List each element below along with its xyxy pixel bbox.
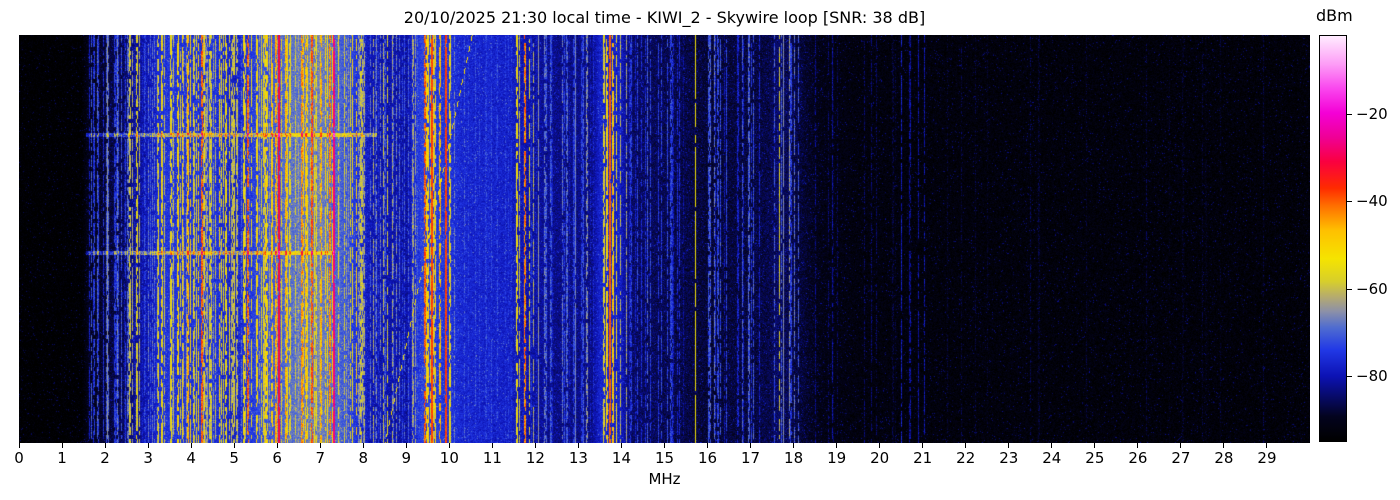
x-tick-mark bbox=[577, 443, 579, 448]
colorbar-tick-label: −20 bbox=[1356, 104, 1388, 123]
x-tick-label: 20 bbox=[870, 449, 890, 467]
x-tick-label: 12 bbox=[525, 449, 545, 467]
x-tick-mark bbox=[707, 443, 709, 448]
x-tick-label: 17 bbox=[741, 449, 761, 467]
x-tick-label: 13 bbox=[568, 449, 588, 467]
x-tick-mark bbox=[620, 443, 622, 448]
x-axis-label: MHz bbox=[648, 470, 681, 488]
colorbar-gradient bbox=[1319, 35, 1347, 442]
x-tick-label: 0 bbox=[14, 449, 24, 467]
x-tick-label: 23 bbox=[999, 449, 1019, 467]
x-tick-mark bbox=[190, 443, 192, 448]
colorbar-tick-label: −40 bbox=[1356, 192, 1388, 211]
x-tick-label: 10 bbox=[439, 449, 459, 467]
x-tick-mark bbox=[1008, 443, 1010, 448]
x-tick-mark bbox=[836, 443, 838, 448]
x-tick-mark bbox=[405, 443, 407, 448]
x-tick-label: 1 bbox=[57, 449, 67, 467]
x-tick-label: 19 bbox=[827, 449, 847, 467]
colorbar-tick-label: −80 bbox=[1356, 367, 1388, 386]
x-tick-mark bbox=[448, 443, 450, 448]
x-tick-mark bbox=[104, 443, 106, 448]
x-tick-label: 14 bbox=[611, 449, 631, 467]
x-tick-label: 18 bbox=[784, 449, 804, 467]
x-tick-mark bbox=[922, 443, 924, 448]
colorbar-unit-label: dBm bbox=[1316, 6, 1353, 25]
figure-title: 20/10/2025 21:30 local time - KIWI_2 - S… bbox=[403, 8, 926, 27]
x-tick-mark bbox=[147, 443, 149, 448]
x-tick-mark bbox=[1223, 443, 1225, 448]
x-tick-label: 11 bbox=[482, 449, 502, 467]
x-tick-mark bbox=[1266, 443, 1268, 448]
x-tick-label: 15 bbox=[654, 449, 675, 467]
x-tick-label: 26 bbox=[1128, 449, 1148, 467]
x-tick-mark bbox=[793, 443, 795, 448]
x-tick-mark bbox=[1094, 443, 1096, 448]
x-tick-mark bbox=[879, 443, 881, 448]
colorbar-tick-mark bbox=[1347, 201, 1352, 203]
x-tick-mark bbox=[1180, 443, 1182, 448]
x-tick-label: 5 bbox=[229, 449, 239, 467]
x-tick-mark bbox=[233, 443, 235, 448]
x-tick-label: 3 bbox=[143, 449, 153, 467]
x-tick-label: 4 bbox=[186, 449, 196, 467]
colorbar-tick-mark bbox=[1347, 113, 1352, 115]
waterfall-heatmap bbox=[19, 35, 1310, 443]
x-tick-label: 8 bbox=[358, 449, 369, 467]
x-tick-mark bbox=[534, 443, 536, 448]
x-tick-label: 24 bbox=[1042, 449, 1062, 467]
x-tick-label: 22 bbox=[956, 449, 976, 467]
x-tick-mark bbox=[319, 443, 321, 448]
x-tick-label: 21 bbox=[913, 449, 933, 467]
x-tick-mark bbox=[664, 443, 665, 448]
x-tick-label: 7 bbox=[315, 449, 325, 467]
x-tick-label: 6 bbox=[272, 449, 282, 467]
x-tick-mark bbox=[362, 443, 364, 448]
x-tick-label: 28 bbox=[1214, 449, 1234, 467]
x-tick-label: 16 bbox=[697, 449, 718, 467]
x-tick-label: 29 bbox=[1257, 449, 1277, 467]
x-tick-label: 27 bbox=[1171, 449, 1191, 467]
x-tick-label: 25 bbox=[1085, 449, 1105, 467]
x-tick-mark bbox=[61, 443, 63, 448]
spectrogram-figure: 20/10/2025 21:30 local time - KIWI_2 - S… bbox=[0, 0, 1400, 500]
colorbar-tick-mark bbox=[1347, 288, 1352, 290]
x-tick-mark bbox=[491, 443, 493, 448]
x-tick-mark bbox=[18, 443, 20, 448]
x-tick-mark bbox=[1051, 443, 1053, 448]
x-tick-mark bbox=[965, 443, 967, 448]
x-tick-label: 9 bbox=[401, 449, 412, 467]
colorbar-tick-mark bbox=[1347, 376, 1352, 378]
x-tick-mark bbox=[276, 443, 278, 448]
x-tick-mark bbox=[1137, 443, 1139, 448]
colorbar-tick-label: −60 bbox=[1356, 279, 1388, 298]
x-tick-mark bbox=[750, 443, 752, 448]
x-tick-label: 2 bbox=[100, 449, 110, 467]
